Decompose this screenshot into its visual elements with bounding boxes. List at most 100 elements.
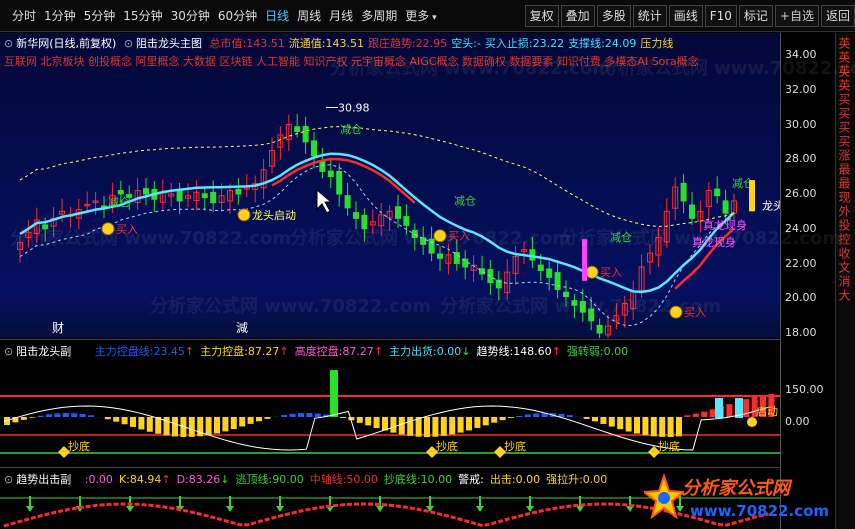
right-sidebar[interactable]: 英英英英买买买买涨最最现外投控收文消大	[835, 33, 855, 529]
field-label: 强拉升:	[546, 473, 583, 486]
toolbar-button[interactable]: 复权	[524, 4, 559, 27]
watermark: 分析家公式网 www.70822.com	[10, 228, 292, 249]
down-arrow-icon	[276, 506, 284, 512]
indicator-panel-1[interactable]: 抄底 抄底 抄底 抄底 启动 ⊙ 阻击龙头副 主力控盘线:23.45↑ 主力控盘:87.27…	[0, 339, 780, 466]
logo-star-icon	[644, 474, 684, 520]
toolbar-button[interactable]: 多股	[596, 4, 631, 27]
histogram-bar	[298, 413, 304, 417]
period-tab[interactable]: 周线	[293, 7, 325, 24]
start-label: 启动	[756, 405, 778, 418]
period-tab[interactable]: 15分钟	[119, 7, 166, 24]
histogram-bar	[600, 417, 607, 424]
down-arrow-icon	[526, 506, 534, 512]
field-value: 90.00	[272, 473, 304, 486]
histogram-bar	[592, 417, 598, 422]
jian-marker: 減	[236, 320, 248, 335]
candle-body	[596, 324, 603, 334]
field-value: 84.94	[129, 473, 162, 486]
toolbar-button[interactable]: 统计	[632, 4, 667, 27]
highlight-bar	[715, 398, 723, 418]
down-arrow-icon: ↓	[461, 345, 471, 358]
histogram-bar	[264, 417, 271, 419]
histogram-bar	[709, 409, 716, 417]
indicator1-toggle-icon[interactable]: ⊙	[4, 345, 13, 358]
field-value: 87.27	[342, 345, 374, 358]
histogram-bar	[382, 417, 388, 431]
period-tab[interactable]: 1分钟	[40, 7, 80, 24]
histogram-bar	[163, 417, 170, 436]
price-tick: 30.00	[785, 117, 817, 131]
candle-body	[479, 268, 485, 275]
period-tab[interactable]: 多周期	[357, 7, 401, 24]
histogram-bar	[79, 413, 86, 417]
histogram-bar	[256, 417, 262, 422]
watermark: 分析家公式网 www.70822.com	[330, 58, 612, 79]
toolbar-button[interactable]: 画线	[668, 4, 703, 27]
candle-body	[176, 189, 183, 202]
candle-body	[319, 160, 326, 172]
histogram-bar	[239, 417, 246, 427]
histogram-bar	[222, 417, 229, 432]
candle-body	[302, 126, 309, 143]
histogram-bar	[373, 417, 380, 429]
logo-url: www.70822.com	[690, 502, 830, 520]
candle-body	[117, 190, 124, 195]
period-tab[interactable]: 日线	[261, 7, 293, 24]
histogram-bar	[634, 417, 640, 434]
histogram-bar	[306, 413, 313, 417]
toolbar-button[interactable]: 叠加	[560, 4, 595, 27]
histogram-bar	[29, 417, 36, 418]
price-axis: 34.00 32.00 30.00 28.00 26.00 24.00 22.00 20.00…	[780, 33, 835, 529]
histogram-bar	[608, 417, 615, 427]
histogram-bar	[642, 417, 649, 436]
field-value: 148.60	[513, 345, 552, 358]
toolbar-buttons: 复权 叠加 多股 统计 画线 F10 标记 +自选 返回	[523, 4, 855, 27]
field-label: 高度控盘:	[294, 345, 343, 358]
candle-body	[235, 188, 242, 195]
histogram-bar	[676, 417, 682, 437]
period-tab[interactable]: 分时	[8, 7, 40, 24]
field-label: 中轴线:	[309, 473, 347, 486]
histogram-bar	[214, 417, 220, 434]
period-tab[interactable]: 月线	[325, 7, 357, 24]
histogram-bar	[71, 413, 78, 417]
candle-body	[689, 204, 695, 219]
histogram-bar	[54, 413, 61, 417]
indicator2-toggle-icon[interactable]: ⊙	[4, 473, 13, 486]
field-value: 83.26	[188, 473, 221, 486]
indicator1-header: ⊙ 阻击龙头副 主力控盘线:23.45↑ 主力控盘:87.27↑ 高度控盘:87.27…	[4, 343, 628, 359]
bottom-label: 抄底	[436, 439, 458, 453]
price-tick: 26.00	[785, 187, 817, 200]
candle-body	[546, 268, 553, 278]
launch-signal: 龙头启动	[252, 209, 296, 222]
histogram-bar	[457, 417, 464, 433]
histogram-bar	[314, 413, 321, 417]
period-tab[interactable]: 5分钟	[80, 7, 120, 24]
candle-body	[344, 195, 351, 209]
period-tab[interactable]: 60分钟	[214, 7, 261, 24]
indicator2-header: ⊙ 趋势出击副 :0.00 K:84.94↑ D:83.26↓ 逃顶线:90.00 中轴线…	[4, 471, 607, 487]
period-tab[interactable]: 30分钟	[167, 7, 214, 24]
highlight-bar	[330, 370, 338, 417]
toolbar-button[interactable]: F10	[704, 4, 737, 27]
down-arrow-icon	[476, 506, 484, 512]
histogram-bar	[566, 415, 573, 417]
histogram-bar	[440, 417, 447, 436]
reduce-signal: 减仓	[454, 193, 476, 207]
candle-body	[294, 126, 301, 132]
histogram-bar	[499, 417, 506, 421]
down-arrow-icon	[576, 506, 584, 512]
watermark: 分析家公式网 www.70822.com	[440, 296, 722, 317]
candle-body	[143, 188, 149, 195]
histogram-bar	[583, 417, 590, 419]
toolbar-button[interactable]: +自选	[774, 4, 819, 27]
histogram-bar	[508, 417, 514, 418]
indicator-tick: 0.00	[785, 415, 810, 428]
histogram-bar	[466, 417, 472, 431]
toolbar-button[interactable]: 标记	[738, 4, 773, 27]
indicator2-fields: :0.00 K:84.94↑ D:83.26↓ 逃顶线:90.00 中轴线:50.00 抄…	[79, 473, 608, 486]
candle-body	[453, 252, 460, 265]
period-tab[interactable]: 更多	[401, 7, 440, 24]
histogram-bar	[667, 417, 674, 437]
toolbar-button[interactable]: 返回	[820, 4, 855, 27]
